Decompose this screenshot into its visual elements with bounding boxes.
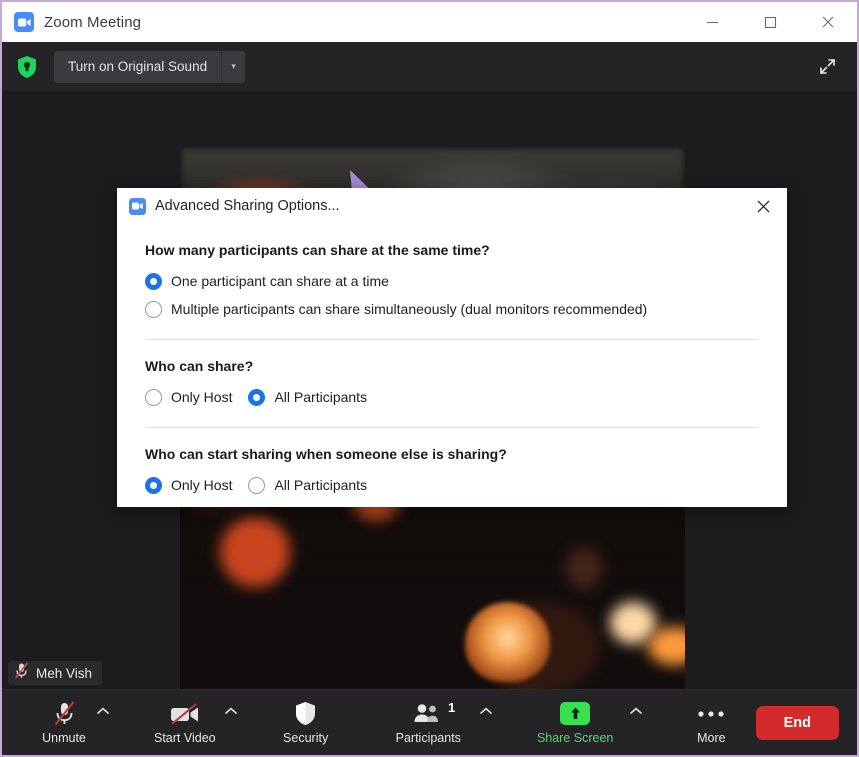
bokeh-light [565,547,603,589]
radio-option-multiple-participants[interactable]: Multiple participants can share simultan… [145,295,759,323]
audio-options-chevron-icon[interactable] [94,690,112,755]
share-options-chevron-icon[interactable] [627,690,645,755]
radio-option-label: One participant can share at a time [171,273,389,289]
section-question: Who can share? [145,358,254,374]
who-can-start-sharing-options: Only Host All Participants [145,471,759,499]
more-label: More [697,730,726,745]
shield-icon [294,701,317,727]
dialog-title: Advanced Sharing Options... [155,198,340,214]
radio-option-label: Multiple participants can share simultan… [171,301,648,317]
section-divider [145,427,759,428]
dialog-header: Advanced Sharing Options... [117,188,787,224]
participants-button[interactable]: 1 Participants [390,690,467,755]
participants-icon: 1 [413,700,455,727]
dialog-body: How many participants can share at the s… [117,242,787,499]
radio-button[interactable] [145,300,162,318]
mic-muted-icon [14,662,29,684]
who-can-share-options: Only Host All Participants [145,383,759,411]
radio-button-all-participants[interactable] [248,388,266,406]
radio-button-all-participants[interactable] [248,476,266,494]
top-toolbar: Turn on Original Sound ▾ [2,42,857,91]
unmute-button[interactable]: Unmute [34,690,94,755]
security-button[interactable]: Security [276,690,336,755]
share-screen-icon [560,701,591,727]
section-question: Who can start sharing when someone else … [145,446,507,462]
start-video-label: Start Video [154,730,216,745]
dialog-close-icon[interactable] [743,189,783,223]
unmute-label: Unmute [42,730,86,745]
radio-option-one-participant[interactable]: One participant can share at a time [145,267,759,295]
turn-on-original-sound-button[interactable]: Turn on Original Sound [54,50,222,83]
window-title-bar: Zoom Meeting [2,2,857,42]
participants-label: Participants [395,730,461,745]
advanced-sharing-options-dialog: Advanced Sharing Options... How many par… [117,188,787,507]
participant-name: Meh Vish [36,665,93,681]
radio-option-label: All Participants [274,389,368,405]
window-controls [683,2,857,42]
start-video-button[interactable]: Start Video [148,690,222,755]
end-meeting-button[interactable]: End [755,705,839,740]
radio-option-label: Only Host [171,389,233,405]
video-options-chevron-icon[interactable] [222,690,240,755]
bokeh-light [648,627,685,665]
participants-count: 1 [448,699,456,715]
mic-muted-icon [53,701,76,727]
zoom-camera-icon [14,12,34,32]
green-shield-icon[interactable] [16,55,38,79]
ellipsis-icon [697,701,725,727]
radio-option-label: All Participants [274,477,368,493]
security-label: Security [283,730,329,745]
share-screen-label: Share Screen [536,730,614,745]
more-button[interactable]: More [681,690,741,755]
video-off-icon [170,701,200,727]
original-sound-control: Turn on Original Sound ▾ [54,50,246,83]
section-question: How many participants can share at the s… [145,242,490,258]
chevron-down-icon[interactable]: ▾ [221,50,246,83]
radio-option-label: Only Host [171,477,233,493]
zoom-camera-icon [129,197,146,215]
radio-button[interactable] [145,272,162,290]
share-screen-button[interactable]: Share Screen [531,690,619,755]
expand-diagonal-icon[interactable] [811,51,843,83]
sharing-section-concurrency: How many participants can share at the s… [145,242,759,340]
meeting-controls-toolbar: Unmute Start Video Security 1 Participan… [2,689,857,755]
minimize-button[interactable] [683,2,741,42]
close-button[interactable] [799,2,857,42]
sharing-section-start-while-sharing: Who can start sharing when someone else … [145,446,759,499]
maximize-button[interactable] [741,2,799,42]
section-divider [145,339,759,340]
hanging-lamp-light [465,602,550,682]
sharing-section-who-can-share: Who can share? Only Host All Participant… [145,358,759,428]
participant-name-label: Meh Vish [8,661,103,685]
zoom-meeting-window: Zoom Meeting Turn on Original Sound ▾ Me… [0,0,859,757]
participants-options-chevron-icon[interactable] [477,690,495,755]
radio-button-only-host[interactable] [145,388,162,406]
window-title: Zoom Meeting [44,13,142,31]
radio-button-only-host[interactable] [145,476,162,494]
bokeh-light [220,517,290,587]
